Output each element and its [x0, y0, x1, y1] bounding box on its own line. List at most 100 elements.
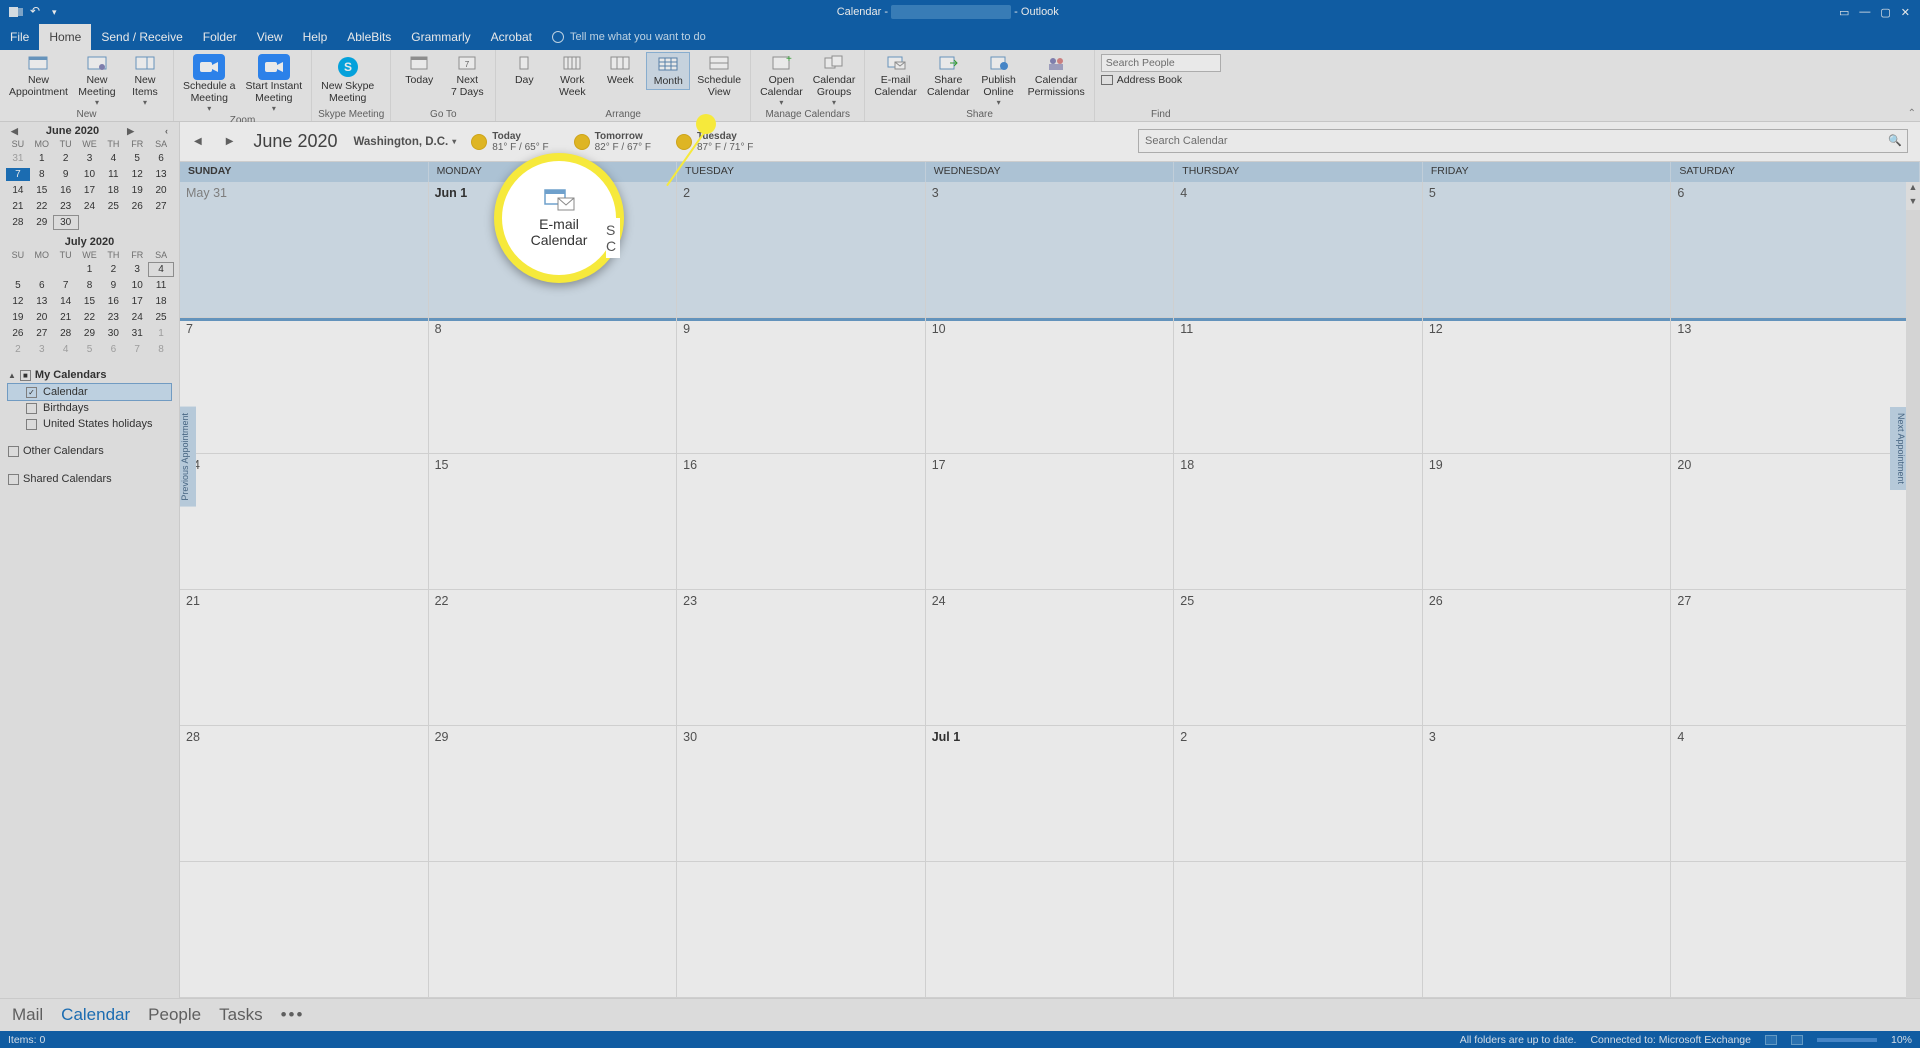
calendar-cell[interactable]: Jul 1 — [926, 726, 1175, 862]
minical-day[interactable] — [54, 263, 78, 276]
view-reading-icon[interactable] — [1791, 1035, 1803, 1045]
calendar-cell[interactable]: 17 — [926, 454, 1175, 590]
work-week-view-button[interactable]: Work Week — [550, 52, 594, 100]
new-meeting-button[interactable]: New Meeting▾ — [75, 52, 119, 109]
minical-day[interactable]: 21 — [6, 200, 30, 213]
checkbox-icon[interactable] — [26, 403, 37, 414]
next-month-icon[interactable]: ▶ — [222, 134, 238, 149]
minical-day[interactable]: 8 — [149, 343, 173, 356]
maximize-icon[interactable]: ▢ — [1880, 6, 1890, 19]
calendar-cell[interactable]: 12 — [1423, 318, 1672, 454]
nav-tasks[interactable]: Tasks — [219, 1005, 262, 1025]
minical-day[interactable]: 28 — [54, 327, 78, 340]
calendar-tree-item[interactable]: ✓Calendar — [8, 384, 171, 400]
minical-day[interactable]: 27 — [149, 200, 173, 213]
minical1-grid[interactable]: SUMOTUWETHFRSA31123456789101112131415161… — [0, 139, 179, 233]
minical-day[interactable]: 2 — [101, 263, 125, 276]
calendar-cell[interactable]: 4 — [1671, 726, 1920, 862]
calendar-groups-button[interactable]: Calendar Groups▾ — [810, 52, 859, 109]
tab-grammarly[interactable]: Grammarly — [401, 24, 480, 50]
minical-next-icon[interactable]: ▶ — [124, 126, 137, 137]
calendar-cell[interactable]: 16 — [677, 454, 926, 590]
minical-day[interactable]: 18 — [101, 184, 125, 197]
calendar-tree-item[interactable]: United States holidays — [8, 416, 171, 432]
minical-day[interactable]: 21 — [54, 311, 78, 324]
calendar-cell[interactable] — [1423, 862, 1672, 998]
today-button[interactable]: Today — [397, 52, 441, 88]
calendar-cell[interactable]: 21 — [180, 590, 429, 726]
calendar-cell[interactable]: 5 — [1423, 182, 1672, 318]
minical-day[interactable]: 11 — [101, 168, 125, 181]
display-mode-icon[interactable]: ▭ — [1839, 6, 1849, 19]
calendar-cell[interactable]: 22 — [429, 590, 678, 726]
new-items-button[interactable]: New Items▾ — [123, 52, 167, 109]
minical-day[interactable]: 1 — [149, 327, 173, 340]
email-calendar-button[interactable]: E-mail Calendar — [871, 52, 920, 100]
vertical-scrollbar[interactable]: ▲▼ — [1906, 182, 1920, 998]
minical-day[interactable]: 11 — [149, 279, 173, 292]
calendar-cell[interactable] — [1174, 862, 1423, 998]
calendar-cell[interactable] — [429, 862, 678, 998]
minical-day[interactable]: 8 — [78, 279, 102, 292]
tab-ablebits[interactable]: AbleBits — [337, 24, 401, 50]
minical-day[interactable]: 15 — [78, 295, 102, 308]
collapse-ribbon-icon[interactable]: ⌃ — [1908, 108, 1916, 119]
address-book-button[interactable]: Address Book — [1101, 74, 1221, 86]
schedule-zoom-meeting-button[interactable]: Schedule a Meeting▾ — [180, 52, 239, 115]
minical-day[interactable]: 6 — [30, 279, 54, 292]
tab-view[interactable]: View — [247, 24, 293, 50]
minical-day[interactable]: 9 — [54, 168, 78, 181]
search-people-input[interactable] — [1101, 54, 1221, 72]
next-appointment-tab[interactable]: Next Appointment — [1890, 407, 1906, 490]
minical-day[interactable]: 31 — [125, 327, 149, 340]
minical-day[interactable] — [6, 263, 30, 276]
checkbox-icon[interactable] — [26, 419, 37, 430]
calendar-cell[interactable]: 24 — [926, 590, 1175, 726]
tell-me-search[interactable]: Tell me what you want to do — [542, 24, 706, 50]
minical-day[interactable]: 20 — [30, 311, 54, 324]
minical-day[interactable]: 9 — [101, 279, 125, 292]
calendar-cell[interactable]: 26 — [1423, 590, 1672, 726]
minical-day[interactable]: 3 — [78, 152, 102, 165]
minical-day[interactable]: 14 — [54, 295, 78, 308]
calendar-cell[interactable]: 3 — [1423, 726, 1672, 862]
next-7-days-button[interactable]: 7Next 7 Days — [445, 52, 489, 100]
prev-month-icon[interactable]: ◀ — [190, 134, 206, 149]
minical2-grid[interactable]: SUMOTUWETHFRSA12345678910111213141516171… — [0, 250, 179, 360]
calendar-cell[interactable]: May 31 — [180, 182, 429, 318]
minical-day[interactable]: 30 — [101, 327, 125, 340]
minical-day[interactable]: 2 — [54, 152, 78, 165]
minical-day[interactable]: 7 — [54, 279, 78, 292]
calendar-cell[interactable] — [677, 862, 926, 998]
minical-day[interactable]: 24 — [125, 311, 149, 324]
calendar-cell[interactable]: 9 — [677, 318, 926, 454]
minical-day[interactable]: 12 — [125, 168, 149, 181]
undo-icon[interactable]: ↶ — [30, 4, 46, 20]
other-calendars-group[interactable]: Other Calendars — [8, 442, 171, 460]
minical-day[interactable]: 26 — [125, 200, 149, 213]
minical-day[interactable]: 25 — [101, 200, 125, 213]
minical-day[interactable]: 14 — [6, 184, 30, 197]
minical-day[interactable]: 10 — [78, 168, 102, 181]
minical-day[interactable]: 18 — [149, 295, 173, 308]
month-view-button[interactable]: Month — [646, 52, 690, 90]
calendar-cell[interactable]: 19 — [1423, 454, 1672, 590]
minical-day[interactable]: 27 — [30, 327, 54, 340]
minical-day[interactable]: 23 — [54, 200, 78, 213]
minical-day[interactable]: 26 — [6, 327, 30, 340]
calendar-cell[interactable]: 29 — [429, 726, 678, 862]
minical-day[interactable]: 4 — [101, 152, 125, 165]
calendar-cell[interactable]: 27 — [1671, 590, 1920, 726]
nav-more-icon[interactable]: ••• — [281, 1005, 305, 1025]
tab-help[interactable]: Help — [293, 24, 338, 50]
calendar-grid[interactable]: May 31Jun 123456789101112131415161718192… — [180, 182, 1920, 998]
minimize-icon[interactable]: — — [1859, 6, 1870, 18]
weather-today[interactable]: Today81° F / 65° F — [472, 131, 548, 153]
minical-day[interactable]: 19 — [125, 184, 149, 197]
zoom-slider[interactable] — [1817, 1038, 1877, 1042]
calendar-cell[interactable]: 18 — [1174, 454, 1423, 590]
calendar-cell[interactable]: 15 — [429, 454, 678, 590]
minical-day[interactable]: 16 — [101, 295, 125, 308]
weather-tomorrow[interactable]: Tomorrow82° F / 67° F — [575, 131, 651, 153]
calendar-cell[interactable]: 2 — [677, 182, 926, 318]
